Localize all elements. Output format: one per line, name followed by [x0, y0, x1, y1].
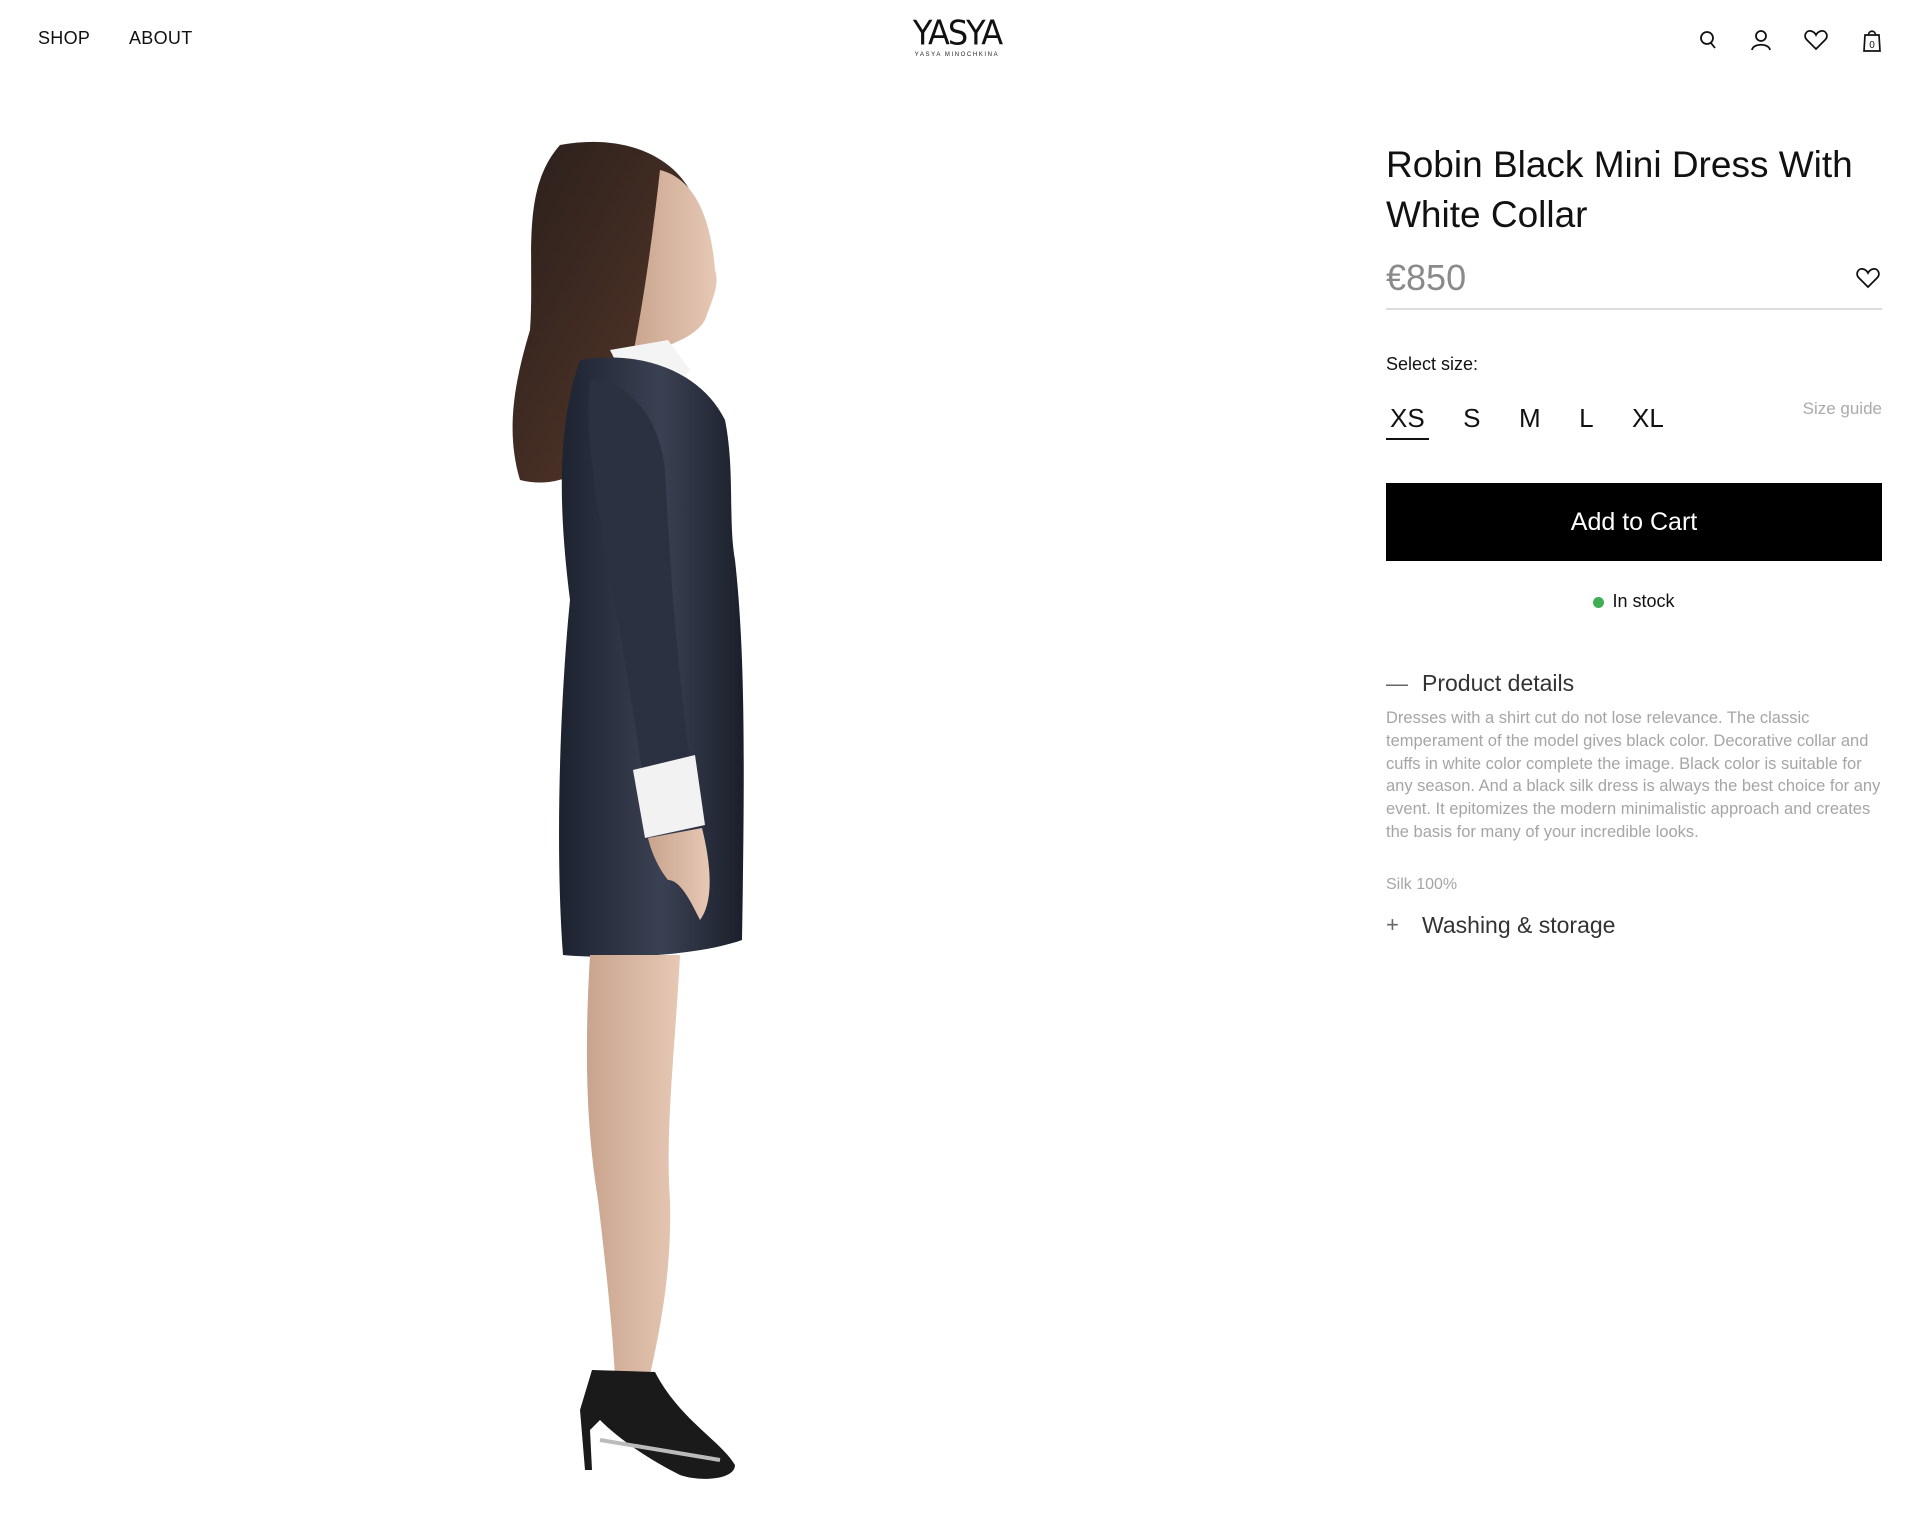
- product-title: Robin Black Mini Dress With White Collar: [1386, 144, 1853, 235]
- plus-icon: +: [1386, 912, 1399, 938]
- size-option-xs[interactable]: XS: [1386, 403, 1429, 440]
- minus-icon: —: [1386, 670, 1408, 696]
- product-details-text: Dresses with a shirt cut do not lose rel…: [1386, 709, 1881, 841]
- nav-about-link[interactable]: ABOUT: [129, 28, 193, 49]
- add-to-cart-button[interactable]: Add to Cart: [1386, 483, 1882, 561]
- user-icon[interactable]: [1747, 26, 1775, 54]
- site-header: SHOP ABOUT YASYA YASYA MINOCHKINA 0: [0, 0, 1920, 80]
- product-details-heading: Product details: [1422, 670, 1575, 696]
- add-to-wishlist-heart-icon[interactable]: [1854, 264, 1882, 292]
- composition-text: Silk 100%: [1386, 875, 1458, 893]
- select-size-label: Select size:: [1386, 354, 1479, 374]
- product-price: €850: [1386, 257, 1467, 298]
- heart-icon[interactable]: [1802, 26, 1830, 54]
- size-selector: XS S M L XL Size guide: [1386, 399, 1882, 443]
- washing-storage-heading: Washing & storage: [1422, 911, 1616, 938]
- size-guide-link[interactable]: Size guide: [1803, 399, 1882, 419]
- price-row: €850: [1386, 258, 1882, 310]
- cart-count: 0: [1869, 40, 1875, 51]
- product-image[interactable]: [0, 80, 1380, 1538]
- bag-icon[interactable]: 0: [1858, 26, 1886, 54]
- logo-mark: YASYA: [912, 13, 1003, 53]
- brand-logo[interactable]: YASYA YASYA MINOCHKINA: [912, 13, 1003, 64]
- nav-shop-link[interactable]: SHOP: [38, 28, 90, 49]
- size-option-s[interactable]: S: [1459, 403, 1484, 438]
- stock-indicator-dot: [1593, 597, 1605, 608]
- washing-storage-toggle[interactable]: + Washing & storage: [1386, 912, 1882, 939]
- size-option-m[interactable]: M: [1515, 403, 1545, 438]
- stock-status-text: In stock: [1612, 591, 1675, 611]
- stock-status: In stock: [1386, 591, 1882, 612]
- size-option-l[interactable]: L: [1575, 403, 1597, 438]
- product-info: Robin Black Mini Dress With White Collar…: [1386, 140, 1882, 939]
- product-details-toggle[interactable]: — Product details: [1386, 670, 1882, 697]
- size-option-xl[interactable]: XL: [1628, 403, 1668, 438]
- search-icon[interactable]: [1694, 26, 1722, 54]
